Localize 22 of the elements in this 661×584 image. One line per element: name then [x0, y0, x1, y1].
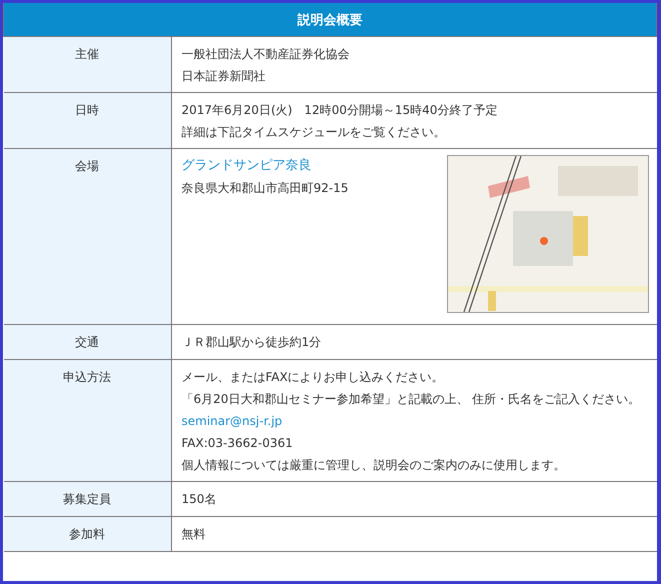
cell-text: 詳細は下記タイムスケジュールをご覧ください。 [182, 124, 446, 141]
cell-text: 「6月20日大和郡山セミナー参加希望」と記載の上、 住所・氏名をご記入ください。 [182, 391, 640, 408]
cell-text: メール、またはFAXによりお申し込みください。 [182, 369, 445, 386]
cell-text: 一般社団法人不動産証券化協会 [182, 46, 350, 63]
cell-text: 150名 [182, 491, 216, 508]
cell-text: 奈良県大和郡山市高田町92-15 [182, 180, 348, 197]
table-header: 説明会概要 [4, 3, 656, 36]
row-label: 交通 [4, 324, 171, 360]
cell-text: 2017年6月20日(火) 12時00分開場～15時40分終了予定 [182, 102, 498, 119]
link[interactable]: seminar@nsj-r.jp [182, 410, 640, 432]
cell-text: 無料 [182, 526, 206, 543]
row-label: 参加料 [4, 516, 171, 552]
cell-text: ＪＲ郡山駅から徒歩約1分 [182, 334, 322, 351]
cell-text: FAX:03-3662-0361 [182, 435, 294, 452]
cell-text: 個人情報については厳重に管理し、説明会のご案内のみに使用します。 [182, 457, 566, 474]
row-label: 日時 [4, 92, 171, 148]
row-label: 募集定員 [4, 482, 171, 516]
row-label: 申込方法 [4, 360, 171, 482]
link[interactable]: グランドサンピア奈良 [182, 155, 348, 177]
row-label: 主催 [4, 36, 171, 92]
row-label: 会場 [4, 148, 171, 324]
cell-text: 日本証券新聞社 [182, 68, 266, 85]
